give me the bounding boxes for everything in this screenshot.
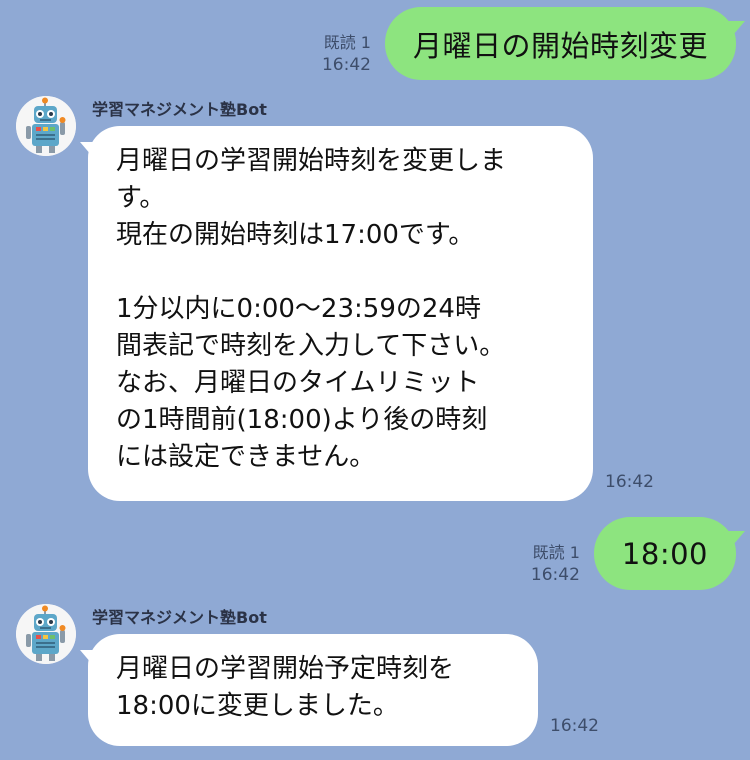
outgoing-bubble[interactable]: 月曜日の開始時刻変更 <box>384 7 736 80</box>
message-time: 16:42 <box>530 565 580 585</box>
message-time: 16:42 <box>321 55 371 75</box>
outgoing-bubble[interactable]: 18:00 <box>593 517 736 590</box>
message-line: の1時間前(18:00)より後の時刻 <box>116 405 488 435</box>
message-line: 18:00に変更しました。 <box>116 691 399 721</box>
message-line: には設定できません。 <box>116 442 376 472</box>
chat-area: 既読 1 16:42 月曜日の開始時刻変更 学習マネジメント塾Bot 月曜日の学… <box>0 0 750 760</box>
sender-name: 学習マネジメント塾Bot <box>92 608 267 627</box>
message-line: 間表記で時刻を入力して下さい。 <box>116 331 506 361</box>
read-receipt: 既読 1 <box>323 33 371 52</box>
outgoing-message: 既読 1 16:42 月曜日の開始時刻変更 <box>322 7 736 80</box>
message-line: なお、月曜日のタイムリミット <box>116 368 480 398</box>
message-line: 月曜日の学習開始予定時刻を <box>116 654 455 684</box>
incoming-message: 学習マネジメント塾Bot 月曜日の学習開始時刻を変更しま す。 現在の開始時刻は… <box>16 96 736 506</box>
message-meta: 既読 1 16:42 <box>322 32 371 76</box>
outgoing-message: 既読 1 16:42 18:00 <box>531 517 736 590</box>
message-line: 現在の開始時刻は17:00です。 <box>116 220 475 250</box>
message-time: 16:42 <box>550 716 599 736</box>
message-text: 月曜日の開始時刻変更 <box>412 28 708 63</box>
message-line: 1分以内に0:00〜23:59の24時 <box>116 294 481 324</box>
incoming-message: 学習マネジメント塾Bot 月曜日の学習開始予定時刻を 18:00に変更しました。… <box>16 604 736 754</box>
bot-avatar[interactable] <box>16 604 76 664</box>
message-line: す。 <box>116 183 166 213</box>
incoming-bubble[interactable]: 月曜日の学習開始予定時刻を 18:00に変更しました。 <box>88 634 538 746</box>
message-time: 16:42 <box>605 472 654 492</box>
bot-avatar[interactable] <box>16 96 76 156</box>
robot-avatar-icon <box>16 604 76 664</box>
message-line <box>116 254 565 291</box>
message-line: 月曜日の学習開始時刻を変更しま <box>116 146 507 176</box>
read-receipt: 既読 1 <box>532 543 580 562</box>
robot-avatar-icon <box>16 96 76 156</box>
sender-name: 学習マネジメント塾Bot <box>92 100 267 119</box>
incoming-bubble[interactable]: 月曜日の学習開始時刻を変更しま す。 現在の開始時刻は17:00です。 1分以内… <box>88 126 593 501</box>
message-meta: 既読 1 16:42 <box>531 542 580 586</box>
message-text: 18:00 <box>621 536 708 571</box>
